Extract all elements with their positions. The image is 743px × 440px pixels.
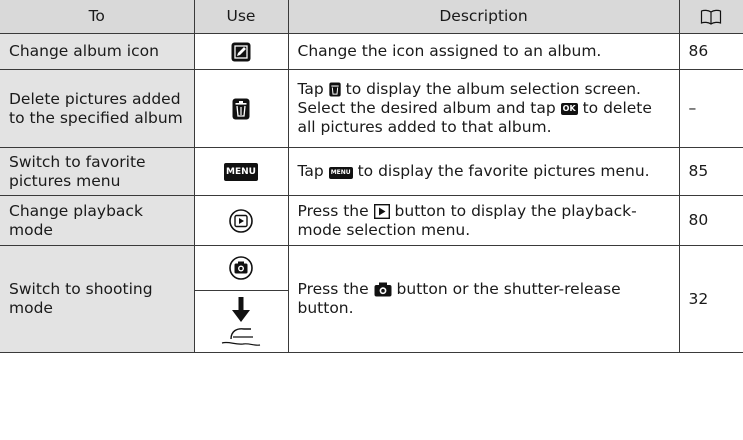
row-page: 80 [678, 195, 743, 246]
trash-icon [329, 82, 341, 97]
edit-icon [231, 42, 251, 61]
row-action: Switch to favorite pictures menu [0, 147, 195, 196]
table-row: Change playback mode Press the button to… [0, 195, 743, 246]
row-page: 85 [678, 147, 743, 196]
ok-icon: OK [560, 103, 578, 115]
row-use: MENU [193, 147, 289, 196]
reference-table: To Use Description Change album icon Cha… [0, 0, 743, 353]
row-page: 32 [678, 245, 743, 353]
trash-icon [232, 98, 250, 119]
shutter-release-icon [221, 296, 261, 346]
table-row: Switch to favorite pictures menu MENU Ta… [0, 147, 743, 196]
row-page: 86 [678, 33, 743, 70]
book-icon [701, 9, 722, 25]
header-description: Description [287, 0, 680, 34]
row-description: Tap to display the album selection scree… [287, 69, 680, 148]
row-description: Tap MENU to display the favorite picture… [287, 147, 680, 196]
row-description: Press the button or the shutter-release … [287, 245, 680, 353]
header-use: Use [193, 0, 289, 34]
row-description: Change the icon assigned to an album. [287, 33, 680, 70]
camera-icon [374, 282, 392, 297]
menu-icon: MENU [328, 167, 353, 179]
table-row: Switch to shooting mode Press the button… [0, 245, 743, 353]
shooting-button-icon [229, 256, 253, 280]
playback-button-icon [229, 208, 253, 233]
table-row: Change album icon Change the icon assign… [0, 33, 743, 70]
menu-icon: MENU [224, 163, 258, 181]
table-row: Delete pictures added to the specified a… [0, 69, 743, 148]
row-action: Change playback mode [0, 195, 195, 246]
row-action: Delete pictures added to the specified a… [0, 69, 195, 148]
header-to: To [0, 0, 195, 34]
playback-icon [373, 203, 390, 219]
header-row: To Use Description [0, 0, 743, 34]
row-use [194, 290, 288, 353]
row-action: Change album icon [0, 33, 195, 70]
header-page [678, 0, 743, 34]
row-use [193, 195, 289, 246]
row-use [193, 69, 289, 148]
row-description: Press the button to display the playback… [287, 195, 680, 246]
row-page: – [678, 69, 743, 148]
row-action: Switch to shooting mode [0, 245, 195, 353]
row-use [193, 245, 289, 291]
row-use [193, 33, 289, 70]
